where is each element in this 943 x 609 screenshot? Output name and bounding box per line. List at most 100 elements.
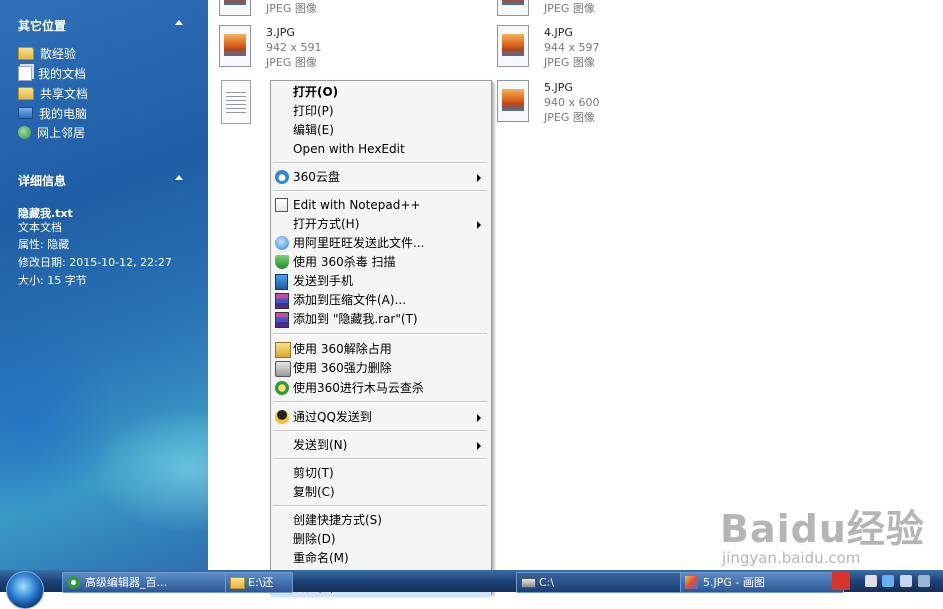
aliwangwang-icon bbox=[275, 236, 289, 250]
image-thumbnail-icon bbox=[219, 25, 251, 67]
trojan-scan-icon bbox=[275, 381, 289, 395]
file-type: JPEG 图像 bbox=[266, 56, 317, 69]
cloud-icon bbox=[275, 170, 289, 184]
taskbar-button-label: 高级编辑器_百... bbox=[85, 576, 167, 589]
tray-icon[interactable] bbox=[918, 575, 930, 587]
place-link-sanjingyan[interactable]: 散经验 bbox=[18, 44, 76, 62]
file-type: JPEG 图像 bbox=[544, 111, 595, 124]
menu-item-open-with[interactable]: 打开方式(H) bbox=[271, 215, 491, 234]
image-thumbnail-icon bbox=[219, 0, 251, 16]
menu-item-rename[interactable]: 重命名(M) bbox=[271, 549, 491, 568]
menu-separator bbox=[273, 190, 487, 192]
submenu-arrow-icon bbox=[477, 221, 481, 229]
taskbar-button-explorer[interactable]: E:\还 bbox=[225, 572, 293, 593]
menu-item-print[interactable]: 打印(P) bbox=[271, 102, 491, 121]
details-modified: 修改日期: 2015-10-12, 22:27 bbox=[18, 256, 172, 269]
menu-separator bbox=[273, 458, 487, 460]
winrar-icon bbox=[275, 293, 289, 309]
network-icon bbox=[18, 125, 31, 139]
unlock-icon bbox=[275, 342, 291, 358]
menu-item-360-cloud[interactable]: 360云盘 bbox=[271, 168, 491, 187]
file-name: 5.JPG bbox=[544, 81, 573, 94]
shred-icon bbox=[275, 361, 291, 377]
file-type: JPEG 图像 bbox=[544, 2, 595, 15]
text-file-icon[interactable] bbox=[221, 80, 251, 124]
collapse-chevron-icon[interactable] bbox=[175, 175, 183, 180]
file-name: 4.JPG bbox=[544, 26, 573, 39]
menu-item-add-to-rar[interactable]: 添加到 "隐藏我.rar"(T) bbox=[271, 310, 491, 329]
taskbar-button-c-drive[interactable]: C:\ bbox=[516, 572, 690, 593]
menu-item-delete[interactable]: 删除(D) bbox=[271, 530, 491, 549]
menu-item-qq-send[interactable]: 通过QQ发送到 bbox=[271, 408, 491, 427]
details-filename: 隐藏我.txt bbox=[18, 207, 73, 220]
menu-item-360-trojan-scan[interactable]: 使用360进行木马云查杀 bbox=[271, 379, 491, 398]
menu-item-create-shortcut[interactable]: 创建快捷方式(S) bbox=[271, 511, 491, 530]
menu-item-cut[interactable]: 剪切(T) bbox=[271, 464, 491, 483]
menu-item-send-to-phone[interactable]: 发送到手机 bbox=[271, 272, 491, 291]
file-dimensions: 944 x 597 bbox=[544, 41, 600, 54]
menu-item-edit-notepadpp[interactable]: Edit with Notepad++ bbox=[271, 196, 491, 215]
file-name: 3.JPG bbox=[266, 26, 295, 39]
menu-separator bbox=[273, 333, 487, 335]
details-attributes: 属性: 隐藏 bbox=[18, 238, 70, 251]
menu-item-copy[interactable]: 复制(C) bbox=[271, 483, 491, 502]
menu-separator bbox=[273, 430, 487, 432]
file-type: JPEG 图像 bbox=[544, 56, 595, 69]
image-thumbnail-icon bbox=[497, 80, 529, 122]
watermark-brand: Baidu经验 bbox=[720, 507, 925, 551]
taskbar: 高级编辑器_百... E:\还 C:\ 5.JPG - 画图 bbox=[0, 570, 943, 609]
task-pane: 其它位置 散经验 我的文档 共享文档 我的电脑 网上邻居 详细信息 隐藏我.tx… bbox=[0, 0, 208, 570]
tray-icon[interactable] bbox=[865, 575, 877, 587]
menu-item-360-force-delete[interactable]: 使用 360强力删除 bbox=[271, 359, 491, 378]
image-thumbnail-icon bbox=[497, 25, 529, 67]
start-button[interactable] bbox=[6, 571, 44, 609]
place-link-my-computer[interactable]: 我的电脑 bbox=[18, 104, 87, 122]
computer-icon bbox=[18, 107, 33, 119]
taskbar-button-label: C:\ bbox=[539, 576, 555, 589]
menu-item-open-with-hexedit[interactable]: Open with HexEdit bbox=[271, 140, 491, 159]
menu-item-edit[interactable]: 编辑(E) bbox=[271, 121, 491, 140]
taskbar-button-label: E:\还 bbox=[248, 576, 274, 589]
place-link-label: 散经验 bbox=[40, 46, 77, 61]
menu-separator bbox=[273, 162, 487, 164]
taskbar-button-paint[interactable]: 5.JPG - 画图 bbox=[680, 572, 844, 593]
system-tray bbox=[832, 572, 943, 591]
place-link-shared-documents[interactable]: 共享文档 bbox=[18, 84, 88, 102]
folder-icon bbox=[230, 577, 245, 589]
other-places-header[interactable]: 其它位置 bbox=[18, 17, 66, 34]
menu-item-open[interactable]: 打开(O) bbox=[271, 83, 491, 102]
menu-item-send-aliwangwang[interactable]: 用阿里旺旺发送此文件... bbox=[271, 234, 491, 253]
qq-icon bbox=[275, 410, 289, 424]
place-link-network[interactable]: 网上邻居 bbox=[18, 123, 85, 141]
file-dimensions: 942 x 591 bbox=[266, 41, 322, 54]
details-header[interactable]: 详细信息 bbox=[18, 172, 66, 189]
menu-item-add-to-archive[interactable]: 添加到压缩文件(A)... bbox=[271, 291, 491, 310]
notepad-icon bbox=[275, 198, 288, 212]
drive-icon bbox=[521, 578, 536, 588]
image-thumbnail-icon bbox=[497, 0, 529, 16]
browser-icon bbox=[67, 576, 80, 589]
shield-icon bbox=[275, 255, 289, 269]
folder-icon bbox=[18, 46, 34, 60]
submenu-arrow-icon bbox=[477, 174, 481, 182]
documents-icon bbox=[18, 65, 32, 81]
paint-icon bbox=[685, 576, 698, 589]
tray-icon[interactable] bbox=[900, 575, 912, 587]
folder-icon bbox=[18, 86, 34, 100]
taskbar-button-editor[interactable]: 高级编辑器_百... bbox=[62, 572, 236, 593]
sogou-input-icon[interactable] bbox=[832, 572, 850, 590]
place-link-my-documents[interactable]: 我的文档 bbox=[18, 64, 86, 82]
place-link-label: 网上邻居 bbox=[37, 125, 86, 140]
tray-icon[interactable] bbox=[882, 575, 894, 587]
place-link-label: 我的文档 bbox=[38, 66, 87, 81]
place-link-label: 我的电脑 bbox=[39, 106, 88, 121]
details-type: 文本文档 bbox=[18, 221, 62, 234]
collapse-chevron-icon[interactable] bbox=[175, 20, 183, 25]
file-dimensions: 940 x 600 bbox=[544, 96, 600, 109]
menu-separator bbox=[273, 401, 487, 403]
taskbar-button-label: 5.JPG - 画图 bbox=[703, 576, 765, 589]
menu-item-360-scan[interactable]: 使用 360杀毒 扫描 bbox=[271, 253, 491, 272]
winrar-icon bbox=[275, 312, 289, 328]
menu-item-send-to[interactable]: 发送到(N) bbox=[271, 436, 491, 455]
menu-item-360-unlock[interactable]: 使用 360解除占用 bbox=[271, 340, 491, 359]
